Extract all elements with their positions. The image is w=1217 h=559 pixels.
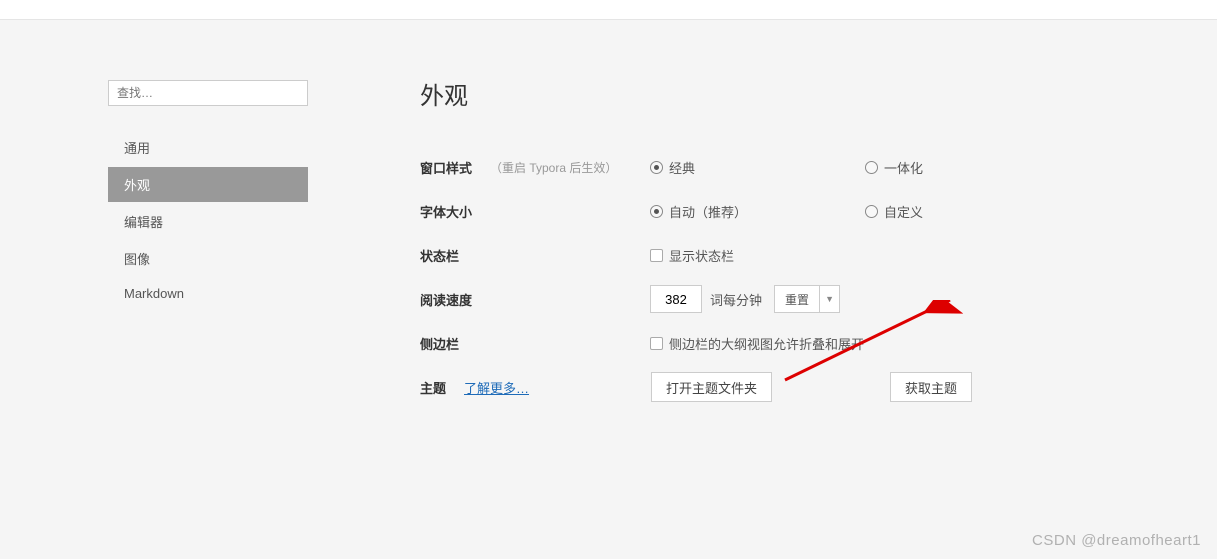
nav-item-editor[interactable]: 编辑器 bbox=[108, 204, 308, 239]
radio-unibody[interactable] bbox=[865, 161, 878, 174]
radio-classic-label: 经典 bbox=[669, 158, 695, 177]
row-theme: 主题 了解更多… 打开主题文件夹 获取主题 bbox=[420, 365, 1120, 409]
checkbox-status-bar-label: 显示状态栏 bbox=[669, 246, 734, 265]
link-learn-more[interactable]: 了解更多… bbox=[464, 378, 529, 397]
input-reading-speed[interactable] bbox=[650, 285, 702, 313]
radio-classic[interactable] bbox=[650, 161, 663, 174]
radio-font-custom[interactable] bbox=[865, 205, 878, 218]
label-font-size: 字体大小 bbox=[420, 202, 490, 221]
reset-button-group: 重置 ▼ bbox=[774, 285, 840, 313]
page-title: 外观 bbox=[420, 76, 1120, 111]
watermark: CSDN @dreamofheart1 bbox=[1032, 532, 1201, 549]
label-status-bar: 状态栏 bbox=[420, 246, 490, 265]
radio-font-custom-label: 自定义 bbox=[884, 202, 923, 221]
label-reading-speed: 阅读速度 bbox=[420, 290, 490, 309]
radio-font-auto-label: 自动（推荐） bbox=[669, 202, 747, 221]
radio-unibody-label: 一体化 bbox=[884, 158, 923, 177]
nav-item-image[interactable]: 图像 bbox=[108, 241, 308, 276]
main-content: 外观 窗口样式 （重启 Typora 后生效） 经典 一体化 字体大小 自动（推… bbox=[420, 76, 1120, 409]
checkbox-sidebar-outline[interactable] bbox=[650, 337, 663, 350]
row-reading-speed: 阅读速度 词每分钟 重置 ▼ bbox=[420, 277, 1120, 321]
nav-item-general[interactable]: 通用 bbox=[108, 130, 308, 165]
row-font-size: 字体大小 自动（推荐） 自定义 bbox=[420, 189, 1120, 233]
nav-item-markdown[interactable]: Markdown bbox=[108, 278, 308, 309]
checkbox-status-bar[interactable] bbox=[650, 249, 663, 262]
nav-item-appearance[interactable]: 外观 bbox=[108, 167, 308, 202]
label-sidebar: 侧边栏 bbox=[420, 334, 490, 353]
reset-dropdown[interactable]: ▼ bbox=[819, 286, 839, 312]
reset-button[interactable]: 重置 bbox=[775, 286, 819, 312]
hint-window-style: （重启 Typora 后生效） bbox=[490, 159, 650, 176]
settings-page: 通用 外观 编辑器 图像 Markdown 外观 窗口样式 （重启 Typora… bbox=[0, 20, 1217, 559]
label-wpm: 词每分钟 bbox=[710, 290, 762, 309]
row-sidebar: 侧边栏 侧边栏的大纲视图允许折叠和展开 bbox=[420, 321, 1120, 365]
radio-font-auto[interactable] bbox=[650, 205, 663, 218]
search-input[interactable] bbox=[108, 80, 308, 106]
sidebar: 通用 外观 编辑器 图像 Markdown bbox=[108, 80, 308, 311]
label-window-style: 窗口样式 bbox=[420, 158, 490, 177]
top-divider bbox=[0, 0, 1217, 20]
button-get-theme[interactable]: 获取主题 bbox=[890, 372, 972, 402]
label-theme: 主题 bbox=[420, 378, 460, 397]
row-status-bar: 状态栏 显示状态栏 bbox=[420, 233, 1120, 277]
button-open-theme-folder[interactable]: 打开主题文件夹 bbox=[651, 372, 772, 402]
checkbox-sidebar-outline-label: 侧边栏的大纲视图允许折叠和展开 bbox=[669, 334, 864, 353]
row-window-style: 窗口样式 （重启 Typora 后生效） 经典 一体化 bbox=[420, 145, 1120, 189]
nav-list: 通用 外观 编辑器 图像 Markdown bbox=[108, 130, 308, 309]
